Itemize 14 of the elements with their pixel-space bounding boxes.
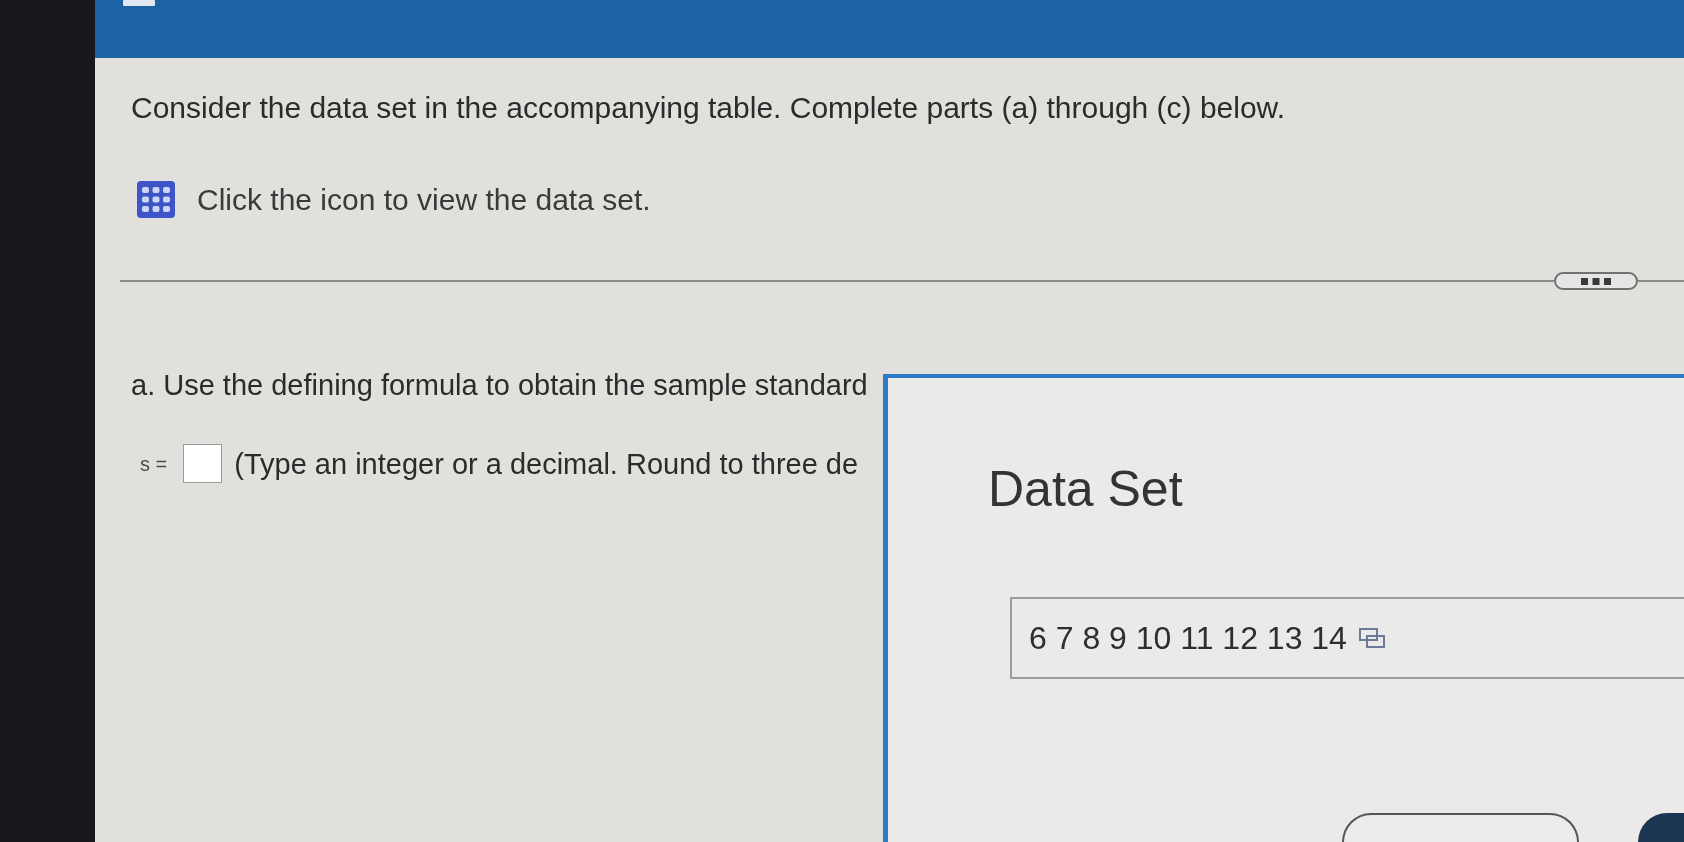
filled-button[interactable] [1638, 813, 1684, 842]
answer-box[interactable] [183, 444, 223, 483]
data-set-hint: Click the icon to view the data set. [197, 181, 651, 218]
copy-icon[interactable] [1358, 628, 1385, 648]
data-values: 6 7 8 9 10 11 12 13 14 [1029, 619, 1347, 657]
outlined-button[interactable] [1342, 813, 1579, 842]
answer-label: s = [140, 451, 168, 476]
grid-icon[interactable] [137, 181, 175, 218]
more-button[interactable] [1554, 272, 1638, 290]
part-a-instruction: a. Use the defining formula to obtain the sample standard [131, 368, 868, 403]
window-title: Data Set [988, 460, 1183, 518]
ellipsis-icon [1581, 277, 1611, 285]
answer-hint: (Type an integer or a decimal. Round to three de [234, 446, 859, 482]
question-prompt: Consider the data set in the accompanying table. Complete parts (a) through (c) below. [131, 90, 1285, 126]
